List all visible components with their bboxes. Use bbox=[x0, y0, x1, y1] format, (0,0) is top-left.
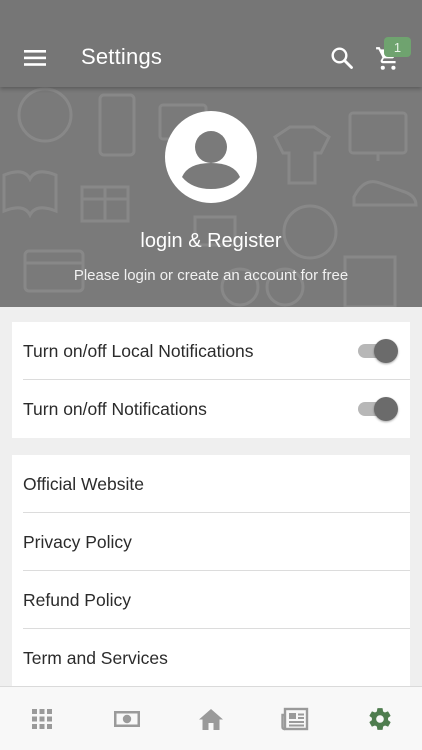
home-icon bbox=[199, 708, 224, 730]
settings-gear-icon bbox=[369, 707, 391, 730]
nav-settings[interactable] bbox=[338, 687, 422, 750]
official-website-item[interactable]: Official Website bbox=[12, 455, 410, 513]
hamburger-menu-icon bbox=[24, 50, 46, 66]
official-website-label: Official Website bbox=[23, 473, 144, 494]
notifications-card: Turn on/off Local Notifications Turn on/… bbox=[12, 322, 410, 438]
avatar[interactable] bbox=[165, 111, 257, 203]
terms-services-item[interactable]: Term and Services bbox=[12, 629, 410, 687]
menu-button[interactable] bbox=[18, 43, 54, 73]
money-icon bbox=[113, 710, 140, 727]
refund-policy-item[interactable]: Refund Policy bbox=[12, 571, 410, 629]
page-title: Settings bbox=[81, 44, 163, 69]
search-button[interactable] bbox=[326, 42, 358, 74]
privacy-policy-item[interactable]: Privacy Policy bbox=[12, 513, 410, 571]
local-notifications-toggle[interactable] bbox=[358, 339, 398, 363]
nav-deals[interactable] bbox=[84, 687, 168, 750]
toggle-thumb bbox=[374, 339, 398, 363]
refund-policy-label: Refund Policy bbox=[23, 589, 131, 610]
apps-grid-icon bbox=[32, 708, 53, 729]
links-card: Official Website Privacy Policy Refund P… bbox=[12, 455, 410, 695]
toggle-thumb bbox=[374, 397, 398, 421]
terms-services-label: Term and Services bbox=[23, 647, 168, 668]
nav-home[interactable] bbox=[169, 687, 253, 750]
notifications-toggle[interactable] bbox=[358, 397, 398, 421]
cart-count-badge: 1 bbox=[384, 37, 411, 57]
user-avatar-icon bbox=[182, 131, 240, 189]
privacy-policy-label: Privacy Policy bbox=[23, 531, 132, 552]
notifications-label: Turn on/off Notifications bbox=[23, 398, 207, 419]
notifications-row: Turn on/off Notifications bbox=[12, 380, 410, 438]
login-subtitle: Please login or create an account for fr… bbox=[73, 267, 349, 284]
app-bar: Settings 1 bbox=[0, 0, 422, 87]
search-icon bbox=[331, 47, 353, 69]
login-register-link[interactable]: login & Register bbox=[0, 230, 422, 253]
local-notifications-row: Turn on/off Local Notifications bbox=[12, 322, 410, 380]
profile-header: login & Register Please login or create … bbox=[0, 87, 422, 307]
nav-categories[interactable] bbox=[0, 687, 84, 750]
nav-news[interactable] bbox=[253, 687, 337, 750]
bottom-navigation bbox=[0, 686, 422, 750]
news-icon bbox=[281, 707, 309, 730]
local-notifications-label: Turn on/off Local Notifications bbox=[23, 340, 254, 361]
